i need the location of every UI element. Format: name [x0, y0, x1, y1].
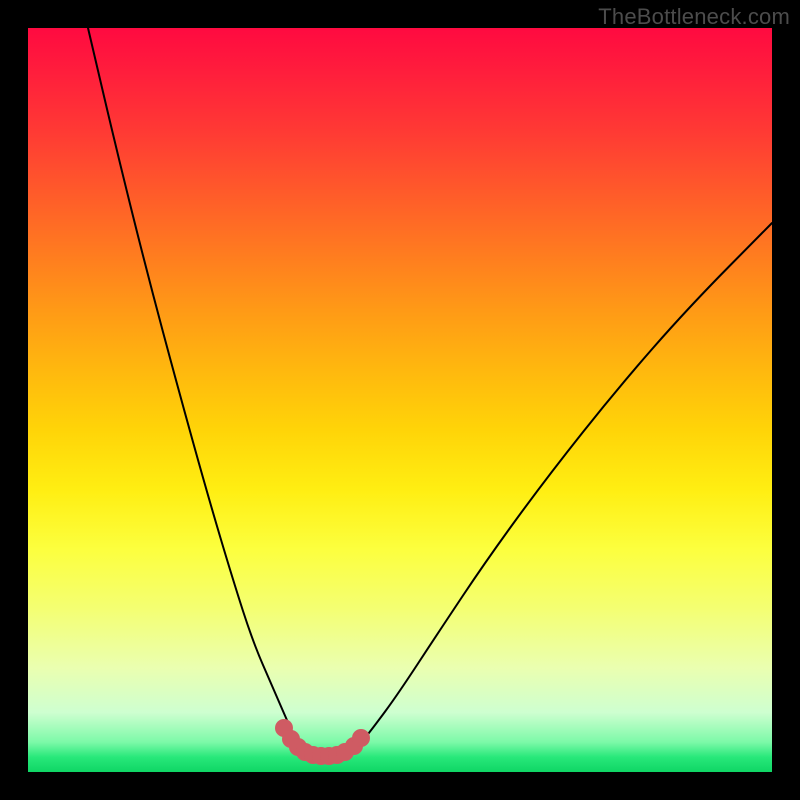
watermark-text: TheBottleneck.com [598, 4, 790, 30]
bead-point [352, 729, 370, 747]
floor-beads-group [275, 719, 370, 765]
left-curve [88, 28, 306, 752]
chart-svg [28, 28, 772, 772]
right-curve [360, 223, 772, 744]
chart-frame [28, 28, 772, 772]
